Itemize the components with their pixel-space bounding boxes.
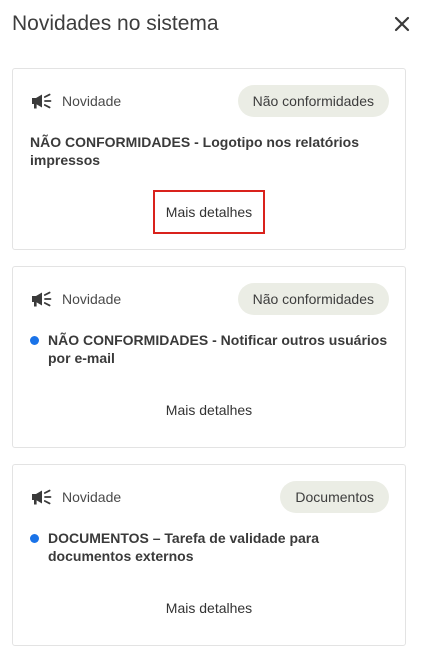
more-details-button[interactable]: Mais detalhes — [153, 190, 265, 234]
news-title: NÃO CONFORMIDADES - Logotipo nos relatór… — [30, 133, 389, 169]
news-title-text: NÃO CONFORMIDADES - Notificar outros usu… — [48, 332, 388, 366]
news-type-label: Novidade — [62, 291, 122, 307]
news-type: Novidade — [30, 481, 121, 513]
megaphone-icon — [32, 291, 52, 307]
more-details-button[interactable]: Mais detalhes — [153, 586, 265, 630]
more-details-button[interactable]: Mais detalhes — [153, 388, 265, 432]
category-chip: Não conformidades — [237, 283, 389, 315]
news-title-text: DOCUMENTOS – Tarefa de validade para doc… — [48, 530, 320, 564]
unread-dot — [30, 336, 39, 345]
news-title-text: NÃO CONFORMIDADES - Logotipo nos relatór… — [30, 134, 359, 168]
panel-title: Novidades no sistema — [12, 12, 219, 35]
news-card: Novidade Documentos DOCUMENTOS – Tarefa … — [12, 464, 406, 646]
more-details-label: Mais detalhes — [165, 204, 253, 220]
news-panel: Novidades no sistema Novidade Não confor… — [0, 0, 424, 653]
category-chip: Documentos — [280, 481, 389, 513]
close-button[interactable] — [388, 10, 416, 38]
news-type-label: Novidade — [62, 93, 122, 109]
close-icon — [394, 16, 410, 32]
category-chip: Não conformidades — [237, 85, 389, 117]
news-type: Novidade — [30, 283, 121, 315]
more-details-label: Mais detalhes — [165, 600, 253, 616]
unread-dot — [30, 534, 39, 543]
megaphone-icon — [32, 93, 52, 109]
megaphone-icon — [32, 489, 52, 505]
news-title: DOCUMENTOS – Tarefa de validade para doc… — [30, 529, 389, 565]
news-title: NÃO CONFORMIDADES - Notificar outros usu… — [30, 331, 389, 367]
news-card: Novidade Não conformidades NÃO CONFORMID… — [12, 266, 406, 448]
news-type: Novidade — [30, 85, 121, 117]
more-details-label: Mais detalhes — [165, 402, 253, 418]
news-type-label: Novidade — [62, 489, 122, 505]
news-card: Novidade Não conformidades NÃO CONFORMID… — [12, 68, 406, 250]
